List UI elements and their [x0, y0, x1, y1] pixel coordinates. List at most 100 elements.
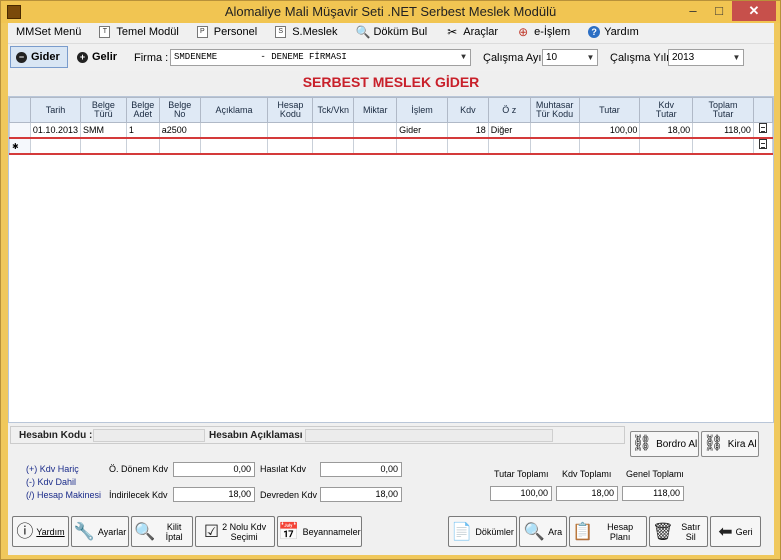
dokumler-button[interactable]: 📄 Dökümler — [448, 516, 517, 547]
hesap-makinesi-link[interactable]: (/) Hesap Makinesi — [26, 490, 101, 500]
table-cell[interactable]: 100,00 — [578, 122, 641, 139]
new-row-cell[interactable] — [125, 137, 160, 155]
new-row-cell[interactable] — [692, 137, 754, 155]
column-header[interactable]: Kdv — [446, 97, 489, 123]
table-cell[interactable]: 18 — [446, 122, 489, 139]
column-header[interactable]: Belge Adet — [125, 97, 160, 123]
table-cell[interactable] — [312, 122, 355, 139]
menu-araclar[interactable]: ✂ Araçlar — [445, 25, 498, 39]
tab-gider[interactable]: − Gider — [10, 46, 68, 68]
page-title: SERBEST MESLEK GİDER — [8, 71, 774, 95]
new-row-cell[interactable] — [639, 137, 694, 155]
table-cell[interactable]: 01.10.2013 — [29, 122, 81, 139]
menu-mmset[interactable]: MMSet Menü — [16, 26, 81, 38]
menu-dokum-bul[interactable]: 🔍 Döküm Bul — [355, 25, 427, 39]
geri-button-label: Geri — [735, 526, 753, 537]
column-header[interactable]: Tck/Vkn — [312, 97, 355, 123]
kdv-dahil-link[interactable]: (-) Kdv Dahil — [26, 477, 76, 487]
satir-sil-button[interactable]: 🗑 Satır Sil — [649, 516, 708, 547]
column-header[interactable]: İşlem — [396, 97, 448, 123]
new-row-cell[interactable] — [353, 137, 398, 155]
close-button[interactable]: ✕ — [732, 1, 776, 21]
tab-gelir-label: Gelir — [92, 51, 118, 63]
kdv-haric-link[interactable]: (+) Kdv Hariç — [26, 464, 79, 474]
info-icon: ⓘ — [16, 522, 34, 541]
genel-toplami-label: Genel Toplamı — [626, 469, 684, 479]
kira-al-button[interactable]: ⛓ Kira Al — [701, 431, 759, 457]
hasilat-kdv-field[interactable]: 0,00 — [320, 462, 402, 477]
row-document-cell[interactable] — [752, 122, 774, 139]
column-header[interactable]: Tutar — [578, 97, 641, 123]
new-row-cell[interactable] — [578, 137, 641, 155]
menu-mmset-label: MMSet Menü — [16, 26, 82, 38]
table-cell[interactable]: SMM — [79, 122, 127, 139]
ara-button[interactable]: 🔍 Ara — [519, 516, 567, 547]
yardim-button[interactable]: ⓘ Yardım — [12, 516, 69, 547]
column-header-label: Adet — [133, 109, 153, 119]
table-cell[interactable] — [267, 122, 314, 139]
menu-yardim[interactable]: ? Yardım — [588, 26, 639, 38]
hesap-plani-button[interactable]: 📋 Hesap Planı — [569, 516, 647, 547]
new-row-cell[interactable] — [79, 137, 127, 155]
yardim-button-label: Yardım — [36, 526, 65, 537]
new-row-cell[interactable] — [487, 137, 531, 155]
new-row-cell[interactable] — [199, 137, 269, 155]
nolu-kdv-secimi-button[interactable]: ☑ 2 Nolu Kdv Seçimi — [195, 516, 275, 547]
calisma-yili-select[interactable]: 2013 ▼ — [668, 49, 744, 66]
geri-button[interactable]: ⬅ Geri — [710, 516, 761, 547]
menu-e-islem[interactable]: ⊕ e-İşlem — [516, 25, 570, 39]
table-cell[interactable] — [199, 122, 269, 139]
table-cell[interactable]: 18,00 — [639, 122, 694, 139]
menu-personel[interactable]: P Personel — [196, 26, 257, 38]
calisma-ayi-select[interactable]: 10 ▼ — [542, 49, 598, 66]
column-header-label: İşlem — [411, 104, 433, 115]
maximize-button[interactable]: □ — [706, 1, 732, 21]
beyannameler-button[interactable]: 📅 Beyannameler — [277, 516, 362, 547]
new-row-cell[interactable] — [529, 137, 580, 155]
column-header[interactable]: Toplam Tutar — [692, 97, 754, 123]
indirilecek-kdv-field[interactable]: 18,00 — [173, 487, 255, 502]
new-row-cell[interactable] — [396, 137, 448, 155]
ayarlar-button[interactable]: 🔧 Ayarlar — [71, 516, 129, 547]
column-header[interactable]: Kdv Tutar — [639, 97, 694, 123]
column-header[interactable]: Belge Türü — [79, 97, 127, 123]
kilit-iptal-button[interactable]: 🔍 Kilit İptal — [131, 516, 193, 547]
new-row-document-cell[interactable] — [752, 137, 774, 155]
minimize-button[interactable]: – — [680, 1, 706, 21]
bordro-al-button[interactable]: ⛓ Bordro Al — [630, 431, 699, 457]
indirilecek-kdv-label: İndirilecek Kdv — [109, 490, 168, 500]
column-header[interactable]: Tarih — [29, 97, 81, 123]
devreden-kdv-field[interactable]: 18,00 — [320, 487, 402, 502]
menu-smeslek[interactable]: S S.Meslek — [275, 26, 337, 38]
o-donem-kdv-field[interactable]: 0,00 — [173, 462, 255, 477]
title-bar[interactable]: Alomaliye Mali Müşavir Seti .NET Serbest… — [1, 1, 780, 23]
column-header[interactable]: Ö z — [487, 97, 531, 123]
new-row-cell[interactable] — [446, 137, 489, 155]
column-header[interactable]: Açıklama — [199, 97, 269, 123]
table-cell[interactable]: 118,00 — [692, 122, 754, 139]
tab-gelir[interactable]: + Gelir — [72, 46, 122, 68]
table-cell[interactable] — [529, 122, 580, 139]
menu-temel-modul[interactable]: T Temel Modül — [99, 26, 179, 38]
table-cell[interactable]: Gider — [396, 122, 448, 139]
table-cell[interactable] — [353, 122, 398, 139]
table-cell[interactable]: 1 — [125, 122, 160, 139]
table-cell[interactable]: Diğer — [487, 122, 531, 139]
firma-select[interactable]: SMDENEME - DENEME FİRMASI ▼ — [170, 49, 471, 66]
data-grid[interactable]: Tarih Belge Türü Belge Adet Belge No Açıklama He… — [8, 96, 774, 423]
new-row-cell[interactable] — [267, 137, 314, 155]
column-header[interactable]: Belge No — [158, 97, 201, 123]
row-selector[interactable] — [9, 122, 31, 139]
new-row[interactable]: ✱ — [9, 137, 774, 155]
column-header[interactable]: Miktar — [353, 97, 398, 123]
client-area: MMSet Menü T Temel Modül P Personel S S.… — [8, 23, 774, 555]
new-row-cell[interactable] — [158, 137, 201, 155]
table-row[interactable]: 01.10.2013 SMM 1 a2500 Gider 18 Diğer 100,00 18,… — [9, 122, 774, 139]
new-row-cell[interactable] — [312, 137, 355, 155]
column-header[interactable]: Hesap Kodu — [267, 97, 314, 123]
o-donem-kdv-label: Ö. Dönem Kdv — [109, 464, 169, 474]
row-selector-header — [9, 97, 31, 123]
new-row-cell[interactable] — [29, 137, 81, 155]
column-header[interactable]: Muhtasar Tür Kodu — [529, 97, 580, 123]
table-cell[interactable]: a2500 — [158, 122, 201, 139]
